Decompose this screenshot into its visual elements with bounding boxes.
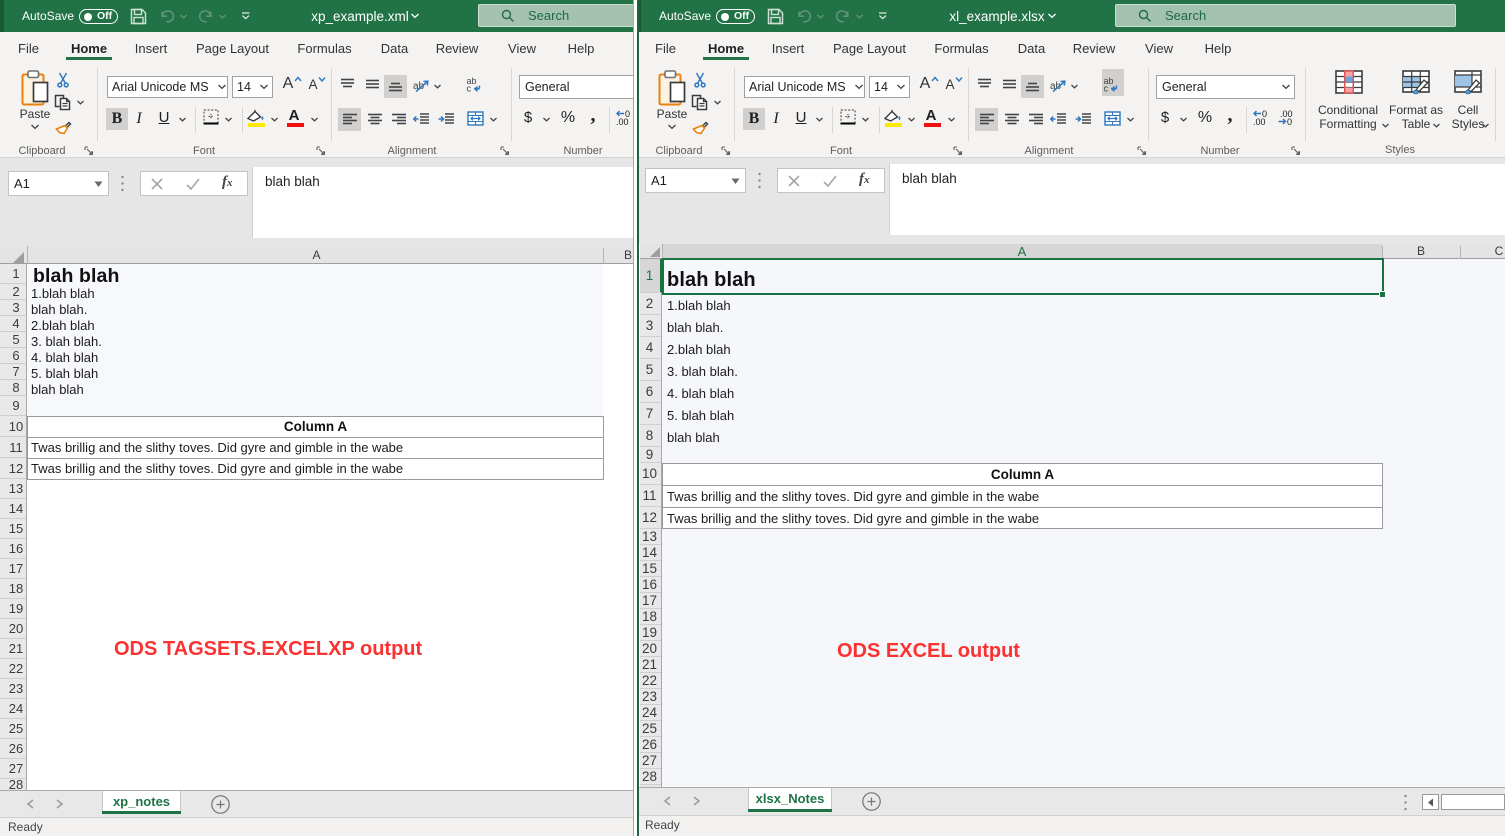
svg-text:.00: .00	[1253, 117, 1266, 126]
svg-text:.00: .00	[616, 117, 629, 126]
svg-text:0: 0	[1287, 117, 1292, 126]
svg-text:c: c	[467, 84, 472, 93]
svg-text:c: c	[1104, 84, 1109, 93]
